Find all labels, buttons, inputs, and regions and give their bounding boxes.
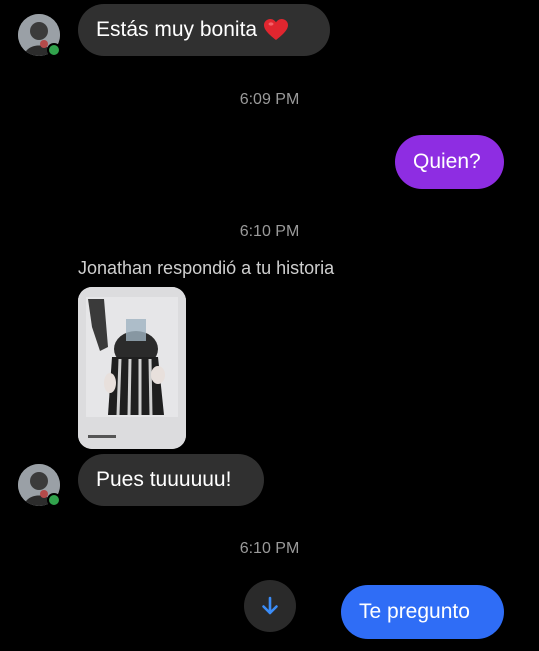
message-bubble-outgoing[interactable]: Te pregunto	[341, 585, 504, 639]
heart-emoji	[263, 18, 289, 42]
message-text: Estás muy bonita	[96, 18, 258, 41]
timestamp: 6:10 PM	[239, 540, 300, 557]
online-status-dot	[47, 43, 61, 57]
timestamp: 6:09 PM	[239, 91, 300, 108]
story-thumbnail[interactable]	[78, 287, 186, 449]
story-reply-label: Jonathan respondió a tu historia	[78, 258, 335, 278]
message-text: Quien?	[413, 150, 481, 173]
message-text: Te pregunto	[359, 600, 470, 623]
message-text: Pues tuuuuuu!	[96, 468, 232, 491]
story-image	[78, 287, 186, 449]
message-bubble-outgoing[interactable]: Quien?	[395, 135, 504, 189]
message-bubble-incoming[interactable]: Estás muy bonita	[78, 4, 330, 56]
arrow-down-icon	[262, 596, 278, 615]
message-bubble-incoming[interactable]: Pues tuuuuuu!	[78, 454, 264, 506]
online-status-dot	[47, 493, 61, 507]
scroll-to-bottom-button[interactable]	[244, 580, 296, 632]
timestamp: 6:10 PM	[239, 223, 300, 240]
